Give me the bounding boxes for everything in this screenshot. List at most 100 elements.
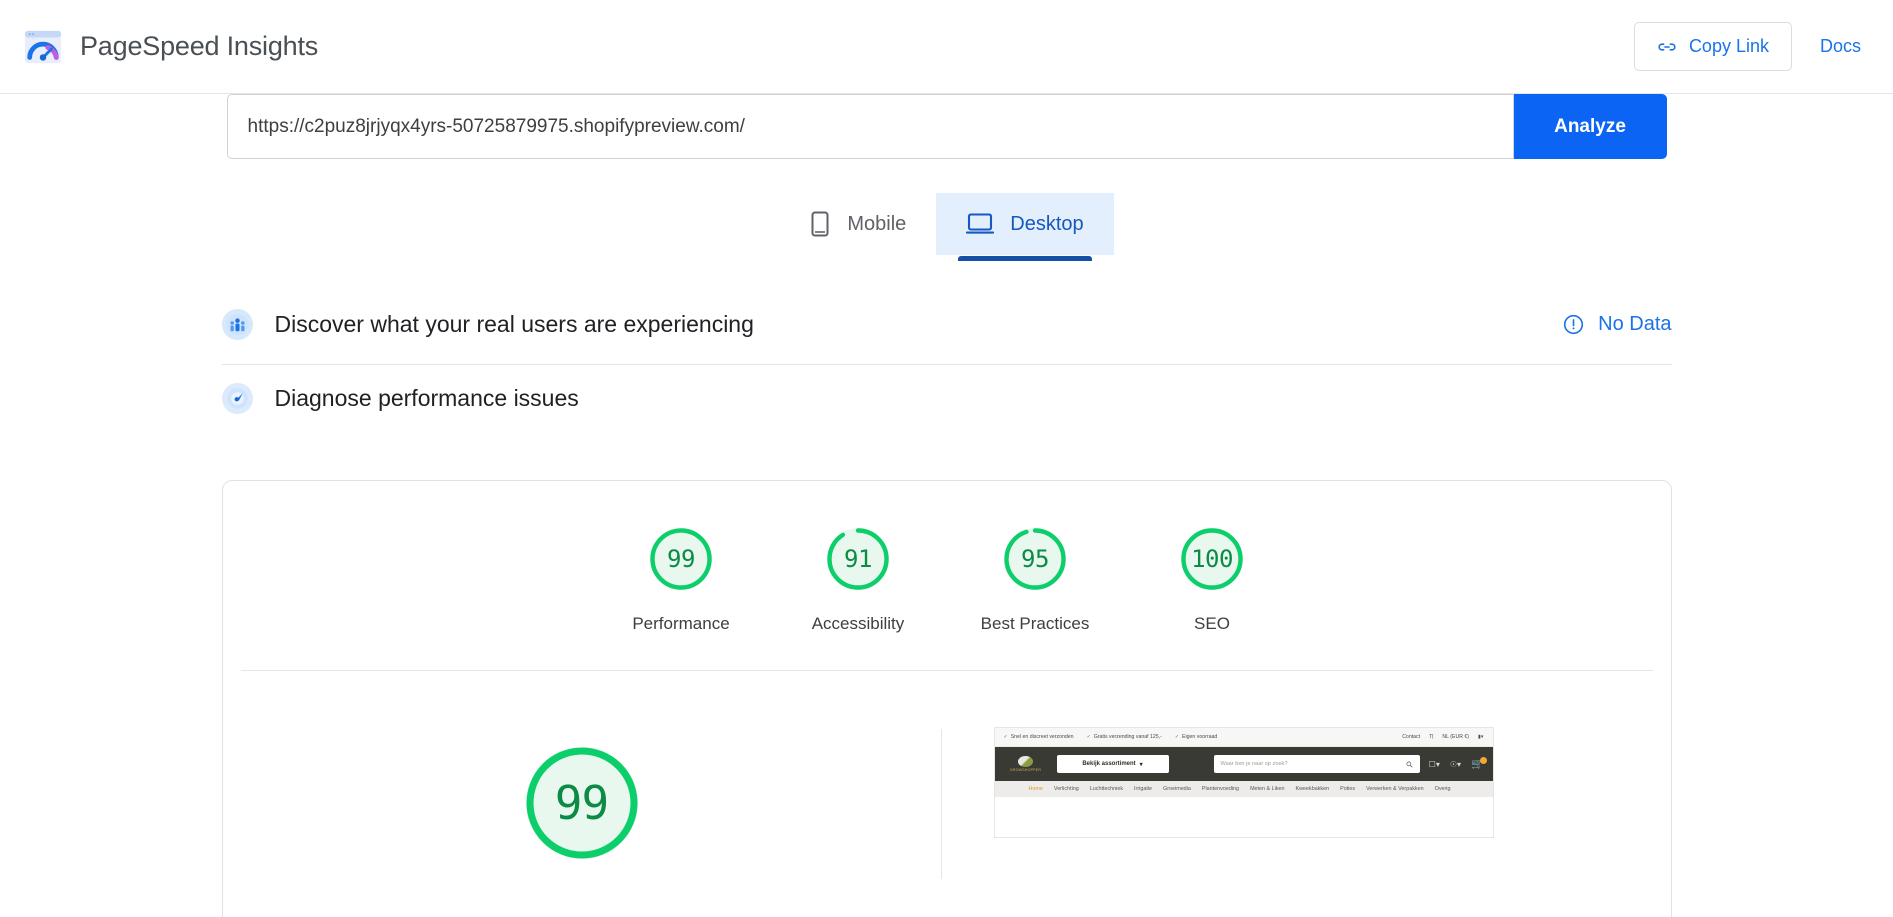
thumb-cart-badge (1479, 756, 1487, 764)
thumb-announcement-label: Eigen voorraad (1182, 734, 1218, 740)
gauge-label-seo: SEO (1194, 614, 1230, 633)
thumb-nav-item: Meten & Liken (1250, 786, 1285, 792)
page-title: PageSpeed Insights (80, 31, 319, 61)
thumb-camera-icon: ☐▾ (1428, 759, 1440, 769)
chevron-down-icon: ▾ (1139, 761, 1143, 768)
thumb-site-logo: GROWSHOPPER (1004, 754, 1048, 774)
url-input-wrapper (226, 94, 1514, 159)
thumb-assortment-label: Bekijk assortiment (1082, 761, 1136, 767)
thumb-nav-item: Luchttechniek (1089, 786, 1124, 792)
thumb-page-body (994, 797, 1493, 837)
thumb-nav-item: Plantenvoeding (1201, 786, 1240, 792)
thumb-announcement-bar: ✓ Snel en discreet verzonden ✓ Gratis ve… (994, 728, 1493, 747)
thumb-utility-links: Contact Tḷ NL (EUR €) ▮▾ (1402, 734, 1483, 740)
gauge-ring-accessibility: 91 (824, 525, 892, 593)
thumb-nav-item: Overig (1434, 786, 1451, 792)
gauge-seo[interactable]: 100 SEO (1124, 525, 1301, 634)
tab-mobile[interactable]: Mobile (779, 193, 936, 255)
thumb-flag-icon: ▮▾ (1478, 734, 1484, 740)
gauge-best-practices[interactable]: 95 Best Practices (947, 525, 1124, 634)
tab-mobile-label: Mobile (847, 212, 907, 235)
page-screenshot-thumbnail: ✓ Snel en discreet verzonden ✓ Gratis ve… (993, 727, 1494, 838)
pagespeed-gauge-logo-icon (24, 30, 62, 63)
thumb-nav-bar: Home Verlichting Luchttechniek Irrigatie… (994, 781, 1493, 797)
no-data-label: No Data (1598, 313, 1672, 335)
thumb-nav-item: Verwerken & Verpakken (1366, 786, 1424, 792)
docs-link[interactable]: Docs (1814, 32, 1867, 61)
thumb-nav-item: Verlichting (1053, 786, 1079, 792)
check-icon: ✓ (1174, 734, 1180, 740)
thumb-search-box: Waar ben je naar op zoek? (1213, 755, 1420, 773)
thumb-announcement-label: Snel en discreet verzonden (1010, 734, 1074, 740)
thumb-header-bar: GROWSHOPPER Bekijk assortiment ▾ Waar be… (994, 747, 1493, 781)
gauge-value-seo: 100 (1191, 545, 1233, 573)
gauge-value-performance: 99 (667, 545, 695, 573)
info-circle-icon (1564, 314, 1584, 335)
thumb-assortment-button: Bekijk assortiment ▾ (1056, 755, 1169, 773)
gauge-performance[interactable]: 99 Performance (593, 525, 770, 634)
lab-data-section-header: Diagnose performance issues (221, 365, 1672, 438)
performance-big-gauge: 99 (522, 743, 642, 863)
no-data-status[interactable]: No Data (1563, 313, 1672, 336)
copy-link-label: Copy Link (1688, 36, 1769, 56)
header-actions: Copy Link Docs (1633, 22, 1867, 71)
link-icon (1658, 42, 1676, 51)
thumb-nav-item: Groeimedia (1163, 786, 1191, 792)
analyze-button[interactable]: Analyze (1513, 94, 1667, 159)
page-body: Analyze Mobile Desktop (0, 94, 1893, 917)
thumb-announcement-item: ✓ Eigen voorraad (1175, 734, 1217, 740)
main-content: Discover what your real users are experi… (221, 255, 1672, 917)
check-icon: ✓ (1003, 734, 1008, 740)
url-bar-row: Analyze (226, 94, 1667, 159)
thumb-nav-item-home: Home (1028, 786, 1043, 792)
performance-big-gauge-col: 99 (223, 719, 941, 863)
search-icon (1406, 761, 1413, 767)
copy-link-button[interactable]: Copy Link (1633, 22, 1792, 71)
thumb-contact-link: Contact (1402, 734, 1421, 740)
thumb-announcements: ✓ Snel en discreet verzonden ✓ Gratis ve… (1004, 734, 1218, 740)
performance-big-gauge-value: 99 (554, 776, 609, 830)
thumb-announcement-item: ✓ Gratis verzending vanaf 125,- (1087, 734, 1162, 740)
gauge-label-performance: Performance (632, 614, 730, 633)
thumb-nav-item: Irrigatie (1134, 786, 1153, 792)
real-users-icon (221, 309, 253, 340)
thumb-cart-icon: 🛒 (1471, 756, 1487, 770)
url-input[interactable] (227, 115, 1513, 138)
gauge-value-best-practices: 95 (1021, 545, 1049, 573)
thumb-logo-text: GROWSHOPPER (1009, 768, 1042, 772)
desktop-monitor-icon (966, 213, 995, 234)
tab-desktop-label: Desktop (1010, 212, 1084, 235)
gauge-ring-seo: 100 (1178, 525, 1246, 593)
thumb-nav-item: Kweekbakken (1295, 786, 1330, 792)
lab-data-title-group: Diagnose performance issues (221, 383, 579, 414)
thumb-account-icon: ☉▾ (1449, 759, 1462, 769)
thumb-logo-mark-icon (1018, 756, 1033, 767)
gauge-label-best-practices: Best Practices (980, 614, 1090, 633)
screenshot-thumbnail-col: ✓ Snel en discreet verzonden ✓ Gratis ve… (942, 719, 1494, 838)
field-data-title-group: Discover what your real users are experi… (221, 309, 754, 340)
gauge-ring-performance: 99 (647, 525, 715, 593)
check-icon: ✓ (1086, 734, 1091, 740)
field-data-section-header: Discover what your real users are experi… (221, 291, 1672, 365)
thumb-nav-item: Poties (1340, 786, 1356, 792)
category-gauges: 99 Performance 91 Accessibility 95 Best … (223, 481, 1671, 670)
diagnose-speedometer-icon (221, 383, 253, 414)
brand: PageSpeed Insights (24, 28, 318, 66)
thumb-search-placeholder: Waar ben je naar op zoek? (1220, 761, 1288, 767)
mobile-phone-icon (811, 211, 829, 237)
gauge-value-accessibility: 91 (844, 545, 872, 573)
gauge-accessibility[interactable]: 91 Accessibility (770, 525, 947, 634)
lab-data-title: Diagnose performance issues (274, 385, 579, 411)
thumb-announcement-item: ✓ Snel en discreet verzonden (1004, 734, 1074, 740)
thumb-translate-icon: Tḷ (1429, 734, 1434, 740)
thumb-announcement-label: Gratis verzending vanaf 125,- (1093, 734, 1162, 740)
performance-detail-row: 99 ✓ Snel en discreet verzonden ✓ Gratis… (223, 671, 1671, 879)
thumb-header-icons: ☐▾ ☉▾ 🛒 (1428, 756, 1487, 770)
gauge-ring-best-practices: 95 (1001, 525, 1069, 593)
gauge-label-accessibility: Accessibility (811, 614, 905, 633)
app-header: PageSpeed Insights Copy Link Docs (0, 0, 1893, 94)
tab-desktop[interactable]: Desktop (936, 193, 1114, 261)
field-data-title: Discover what your real users are experi… (274, 311, 754, 337)
form-factor-tabs: Mobile Desktop (0, 193, 1893, 261)
lighthouse-score-card: 99 Performance 91 Accessibility 95 Best … (221, 480, 1672, 917)
